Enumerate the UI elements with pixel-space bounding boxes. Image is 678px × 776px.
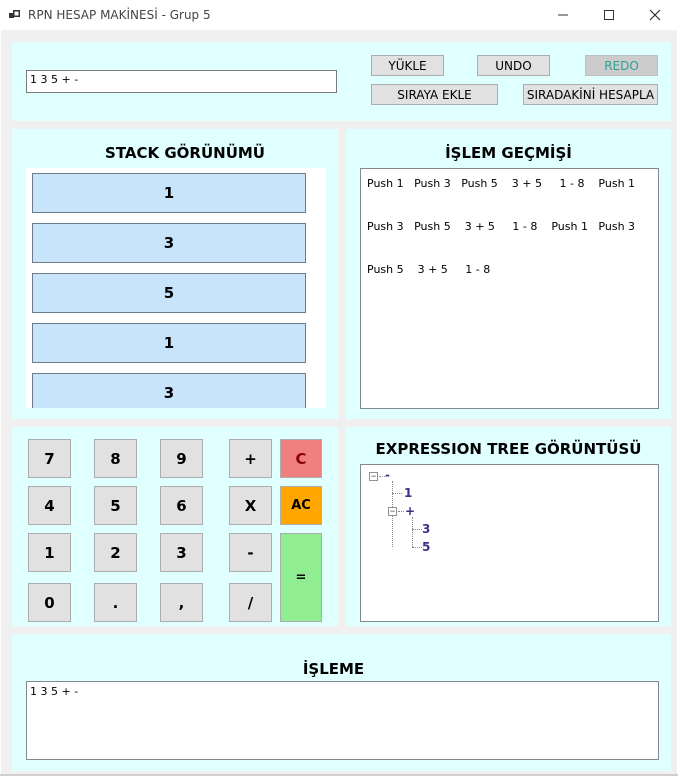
history-list[interactable]: Push 1 Push 3 Push 5 3 + 5 1 - 8 Push 1 … bbox=[360, 168, 659, 409]
maximize-button[interactable] bbox=[586, 0, 632, 30]
all-clear-button[interactable]: AC bbox=[280, 486, 322, 525]
enqueue-button[interactable]: SIRAYA EKLE bbox=[371, 84, 498, 105]
key-5[interactable]: 5 bbox=[94, 486, 137, 525]
key-4[interactable]: 4 bbox=[28, 486, 71, 525]
equals-button[interactable]: = bbox=[280, 533, 322, 622]
title-bar: RPN HESAP MAKİNESİ - Grup 5 bbox=[0, 0, 678, 30]
expression-input[interactable]: 1 3 5 + - bbox=[26, 70, 337, 93]
decimal-point-button[interactable]: . bbox=[94, 583, 137, 622]
minimize-button[interactable] bbox=[540, 0, 586, 30]
collapse-icon[interactable]: − bbox=[369, 472, 378, 481]
redo-button[interactable]: REDO bbox=[585, 55, 658, 76]
plus-button[interactable]: + bbox=[229, 439, 272, 478]
key-1[interactable]: 1 bbox=[28, 533, 71, 572]
close-icon bbox=[649, 9, 661, 21]
app-icon bbox=[9, 10, 20, 18]
minimize-icon bbox=[558, 14, 568, 16]
key-8[interactable]: 8 bbox=[94, 439, 137, 478]
key-3[interactable]: 3 bbox=[160, 533, 203, 572]
key-0[interactable]: 0 bbox=[28, 583, 71, 622]
result-output[interactable]: 1 3 5 + - bbox=[26, 681, 659, 760]
tree-node-leaf[interactable]: 1 bbox=[404, 486, 412, 500]
stack-item: 5 bbox=[32, 273, 306, 313]
close-button[interactable] bbox=[632, 0, 678, 30]
minus-button[interactable]: - bbox=[229, 533, 272, 572]
history-title: İŞLEM GEÇMİŞİ bbox=[445, 144, 572, 162]
key-7[interactable]: 7 bbox=[28, 439, 71, 478]
compute-next-button[interactable]: SIRADAKİNİ HESAPLA bbox=[523, 84, 658, 105]
stack-item: 3 bbox=[32, 223, 306, 263]
history-line: Push 1 Push 3 Push 5 3 + 5 1 - 8 Push 1 bbox=[367, 177, 636, 190]
collapse-icon[interactable]: − bbox=[388, 507, 397, 516]
tree-title: EXPRESSION TREE GÖRÜNTÜSÜ bbox=[375, 440, 642, 458]
stack-item: 3 bbox=[32, 373, 306, 408]
maximize-icon bbox=[604, 10, 614, 20]
key-9[interactable]: 9 bbox=[160, 439, 203, 478]
load-button[interactable]: YÜKLE bbox=[371, 55, 444, 76]
stack-title: STACK GÖRÜNÜMÜ bbox=[105, 144, 265, 162]
stack-list[interactable]: 1 3 5 1 3 bbox=[26, 168, 326, 408]
expression-tree-view[interactable]: − - 1 − + 3 5 bbox=[360, 464, 659, 622]
tree-node-leaf[interactable]: 5 bbox=[422, 540, 430, 554]
history-line: Push 3 Push 5 3 + 5 1 - 8 Push 1 Push 3 bbox=[367, 220, 636, 233]
window-title: RPN HESAP MAKİNESİ - Grup 5 bbox=[28, 8, 211, 22]
multiply-button[interactable]: X bbox=[229, 486, 272, 525]
history-line: Push 5 3 + 5 1 - 8 bbox=[367, 263, 491, 276]
tree-node-root[interactable]: - bbox=[385, 468, 390, 482]
stack-item: 1 bbox=[32, 323, 306, 363]
tree-node-op[interactable]: + bbox=[405, 504, 415, 518]
key-2[interactable]: 2 bbox=[94, 533, 137, 572]
clear-button[interactable]: C bbox=[280, 439, 322, 478]
result-title: İŞLEME bbox=[302, 660, 365, 678]
divide-button[interactable]: / bbox=[229, 583, 272, 622]
tree-node-leaf[interactable]: 3 bbox=[422, 522, 430, 536]
key-6[interactable]: 6 bbox=[160, 486, 203, 525]
undo-button[interactable]: UNDO bbox=[477, 55, 550, 76]
stack-item: 1 bbox=[32, 173, 306, 213]
comma-button[interactable]: , bbox=[160, 583, 203, 622]
